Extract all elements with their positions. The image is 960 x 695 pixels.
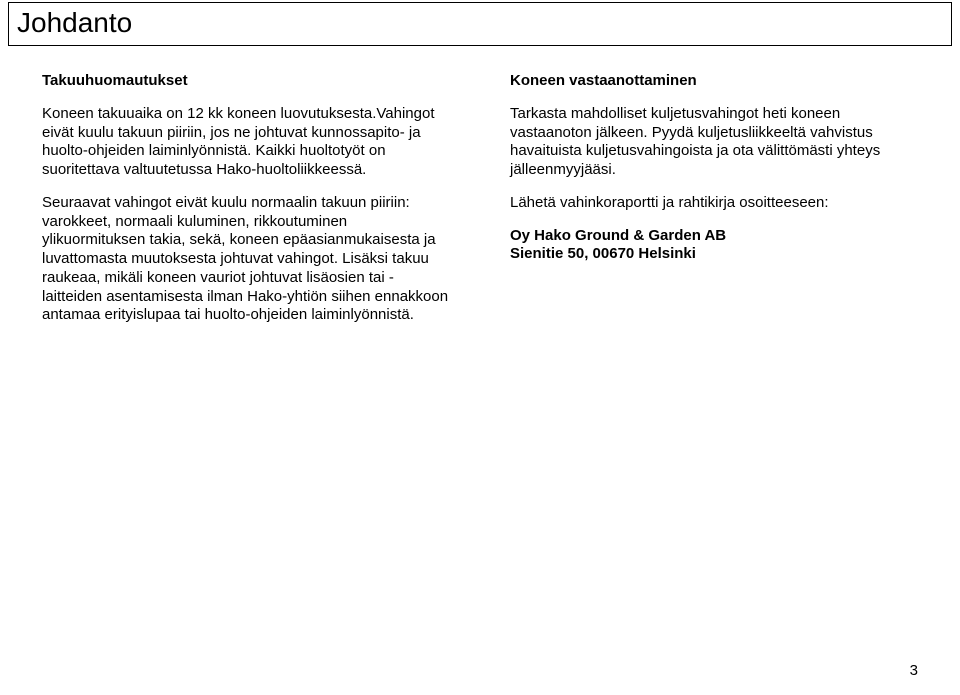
address-line-2: Sienitie 50, 00670 Helsinki <box>510 245 918 264</box>
content-columns: Takuuhuomautukset Koneen takuuaika on 12… <box>42 72 918 339</box>
document-page: Johdanto Takuuhuomautukset Koneen takuua… <box>0 0 960 695</box>
right-heading: Koneen vastaanottaminen <box>510 72 918 91</box>
left-heading: Takuuhuomautukset <box>42 72 450 91</box>
right-column: Koneen vastaanottaminen Tarkasta mahdoll… <box>510 72 918 339</box>
page-title: Johdanto <box>8 2 952 46</box>
page-title-text: Johdanto <box>17 7 132 38</box>
page-number: 3 <box>910 662 918 679</box>
right-paragraph-2: Lähetä vahinkoraportti ja rahtikirja oso… <box>510 194 918 213</box>
left-paragraph-1: Koneen takuuaika on 12 kk koneen luovutu… <box>42 105 450 180</box>
left-paragraph-2: Seuraavat vahingot eivät kuulu normaalin… <box>42 194 450 325</box>
left-column: Takuuhuomautukset Koneen takuuaika on 12… <box>42 72 450 339</box>
address-line-1: Oy Hako Ground & Garden AB <box>510 227 918 246</box>
right-paragraph-1: Tarkasta mahdolliset kuljetusvahingot he… <box>510 105 918 180</box>
